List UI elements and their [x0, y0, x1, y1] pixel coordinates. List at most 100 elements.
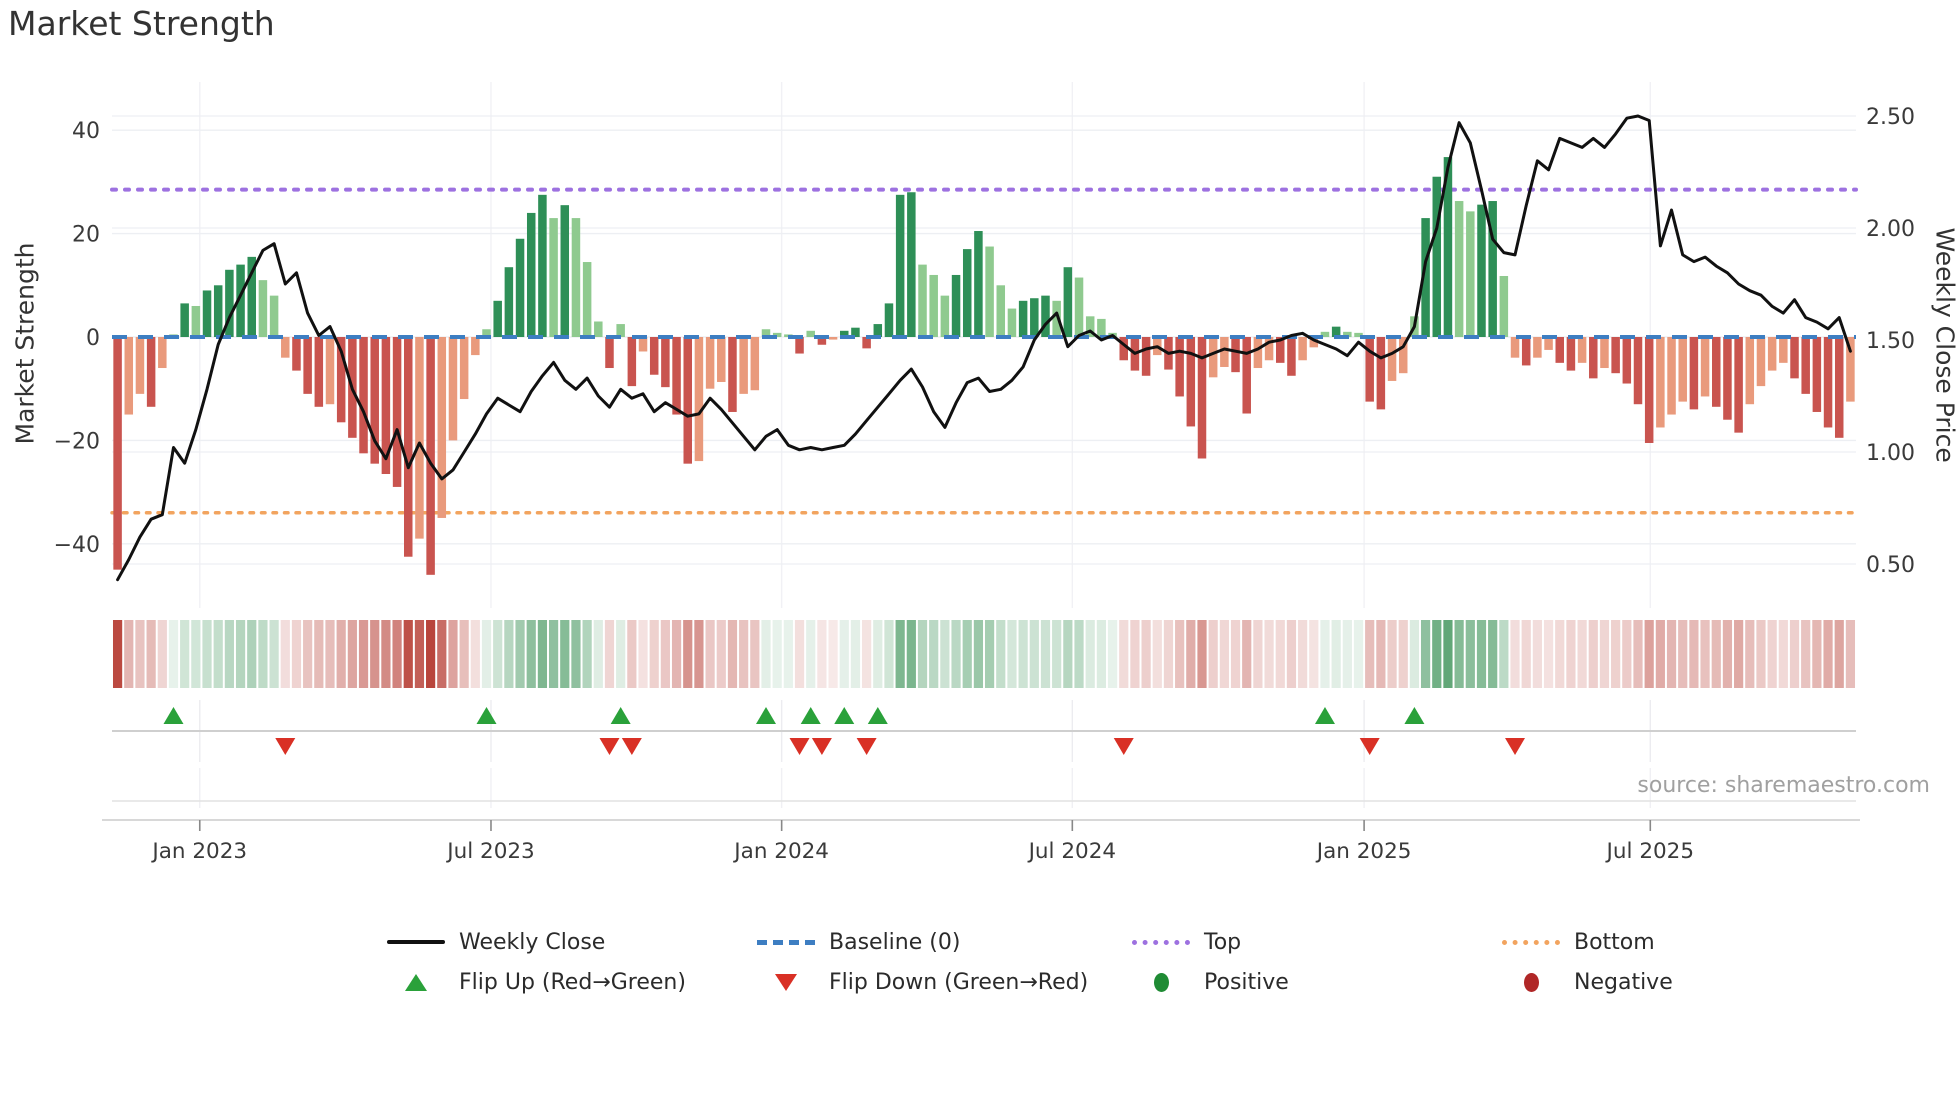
strength-bar-negative — [303, 337, 312, 394]
heatmap-cell — [1443, 620, 1453, 688]
heatmap-cell — [370, 620, 380, 688]
strength-bar-negative — [314, 337, 324, 407]
heatmap-cell — [828, 620, 838, 688]
right-tick-label: 0.50 — [1866, 553, 1915, 578]
strength-bar-negative — [1175, 337, 1184, 397]
heatmap-cell — [1420, 620, 1431, 688]
strength-bar-positive — [918, 264, 927, 337]
heatmap-cell — [862, 620, 872, 688]
strength-bar-negative — [1678, 337, 1687, 402]
heatmap-cell — [1175, 620, 1185, 688]
strength-bar-negative — [1253, 337, 1263, 369]
heatmap-cell — [437, 620, 447, 688]
heatmap-cell — [582, 620, 592, 688]
flip-down-marker — [1113, 738, 1134, 755]
x-tick-label: Jan 2024 — [732, 839, 829, 864]
x-tick-label: Jul 2023 — [445, 839, 535, 864]
heatmap-cell — [1074, 620, 1084, 688]
strength-bar-negative — [728, 337, 737, 412]
strength-bar-negative — [124, 337, 134, 415]
legend-label: Negative — [1574, 969, 1673, 995]
legend-label: Baseline (0) — [829, 929, 961, 955]
heatmap-cell — [1119, 620, 1129, 688]
strength-bar-negative — [795, 337, 804, 354]
heatmap-cell — [1130, 620, 1140, 688]
heatmap-cell — [381, 620, 391, 688]
left-tick-label: 40 — [72, 119, 100, 144]
strength-bar-negative — [1298, 337, 1307, 361]
heatmap-cell — [1286, 620, 1297, 688]
strength-bar-negative — [1220, 337, 1229, 367]
strength-bar-negative — [1790, 337, 1799, 379]
flip-up-marker — [800, 707, 821, 724]
strength-bar-negative — [437, 337, 447, 518]
flip-down-triangle-icon — [757, 973, 815, 991]
heatmap-cell — [761, 620, 771, 688]
strength-bar-positive — [1018, 300, 1028, 337]
flip-up-marker — [756, 707, 776, 724]
legend-item-baseline: Baseline (0) — [757, 926, 960, 958]
heatmap-cell — [202, 620, 212, 688]
strength-bar-negative — [1801, 337, 1810, 394]
heatmap-cell — [1342, 620, 1352, 688]
strength-bar-positive — [180, 303, 189, 337]
heatmap-cell — [671, 620, 682, 688]
legend-label: Flip Down (Green→Red) — [829, 969, 1089, 995]
heatmap-cell — [1432, 620, 1442, 688]
heatmap-cell — [314, 620, 324, 688]
heatmap-cell — [515, 620, 525, 688]
heatmap-cell — [1532, 620, 1542, 688]
heatmap-cell — [493, 620, 503, 688]
strength-bar-negative — [1611, 337, 1620, 374]
heatmap-cell — [660, 620, 670, 688]
strength-bar-negative — [1834, 337, 1844, 438]
strength-bar-negative — [694, 337, 704, 462]
heatmap-cell — [548, 620, 559, 688]
heatmap-cell — [906, 620, 916, 688]
heatmap-cell — [817, 620, 827, 688]
strength-bar-negative — [1779, 337, 1788, 363]
strength-bar-positive — [538, 194, 547, 337]
strength-bar-negative — [359, 337, 368, 454]
strength-bar-negative — [1510, 337, 1520, 358]
heatmap-cell — [850, 620, 861, 688]
strength-bar-negative — [1231, 337, 1240, 373]
strength-bar-negative — [1242, 337, 1251, 414]
flip-down-marker — [599, 738, 620, 755]
strength-bar-negative — [1589, 337, 1598, 379]
strength-bar-negative — [739, 337, 748, 394]
left-axis-label: Market Strength — [10, 242, 40, 445]
heatmap-cell — [1186, 620, 1196, 688]
heatmap-cell — [683, 620, 693, 688]
heatmap-cell — [996, 620, 1006, 688]
bottom-dotted-swatch — [1502, 939, 1560, 945]
strength-bar-negative — [1734, 337, 1743, 433]
heatmap-cell — [325, 620, 335, 688]
strength-bar-positive — [202, 290, 212, 337]
heatmap-cell — [1242, 620, 1252, 688]
heatmap-cell — [1275, 620, 1285, 688]
flip-down-marker — [811, 738, 832, 755]
heatmap-cell — [560, 620, 570, 688]
strength-bar-positive — [549, 218, 558, 337]
heatmap-cell — [571, 620, 581, 688]
heatmap-cell — [168, 620, 179, 688]
strength-bar-positive — [940, 295, 950, 337]
heatmap-cell — [146, 620, 156, 688]
strength-bar-positive — [1097, 318, 1106, 337]
strength-bar-positive — [191, 305, 201, 337]
flip-up-marker — [867, 707, 888, 724]
heatmap-cell — [1812, 620, 1822, 688]
heatmap-cell — [157, 620, 167, 688]
heatmap-cell — [839, 620, 849, 688]
heatmap-cell — [191, 620, 201, 688]
heatmap-cell — [1476, 620, 1487, 688]
heatmap-cell — [1465, 620, 1475, 688]
heatmap-cell — [873, 620, 883, 688]
legend-item-top: Top — [1132, 926, 1241, 958]
strength-bar-positive — [951, 274, 961, 337]
heatmap-cell — [1029, 620, 1039, 688]
heatmap-cell — [1778, 620, 1788, 688]
flip-down-marker — [856, 738, 877, 755]
heatmap-cell — [1409, 620, 1420, 688]
